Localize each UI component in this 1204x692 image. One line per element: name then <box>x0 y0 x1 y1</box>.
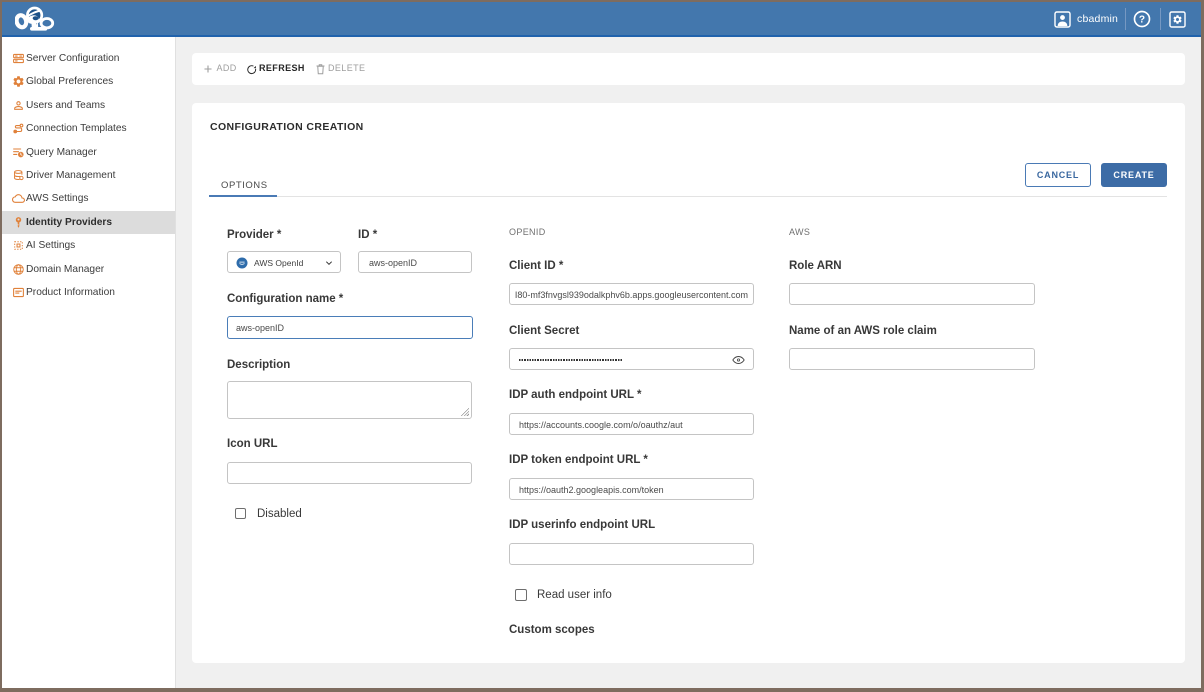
svg-text:?: ? <box>1139 15 1145 26</box>
